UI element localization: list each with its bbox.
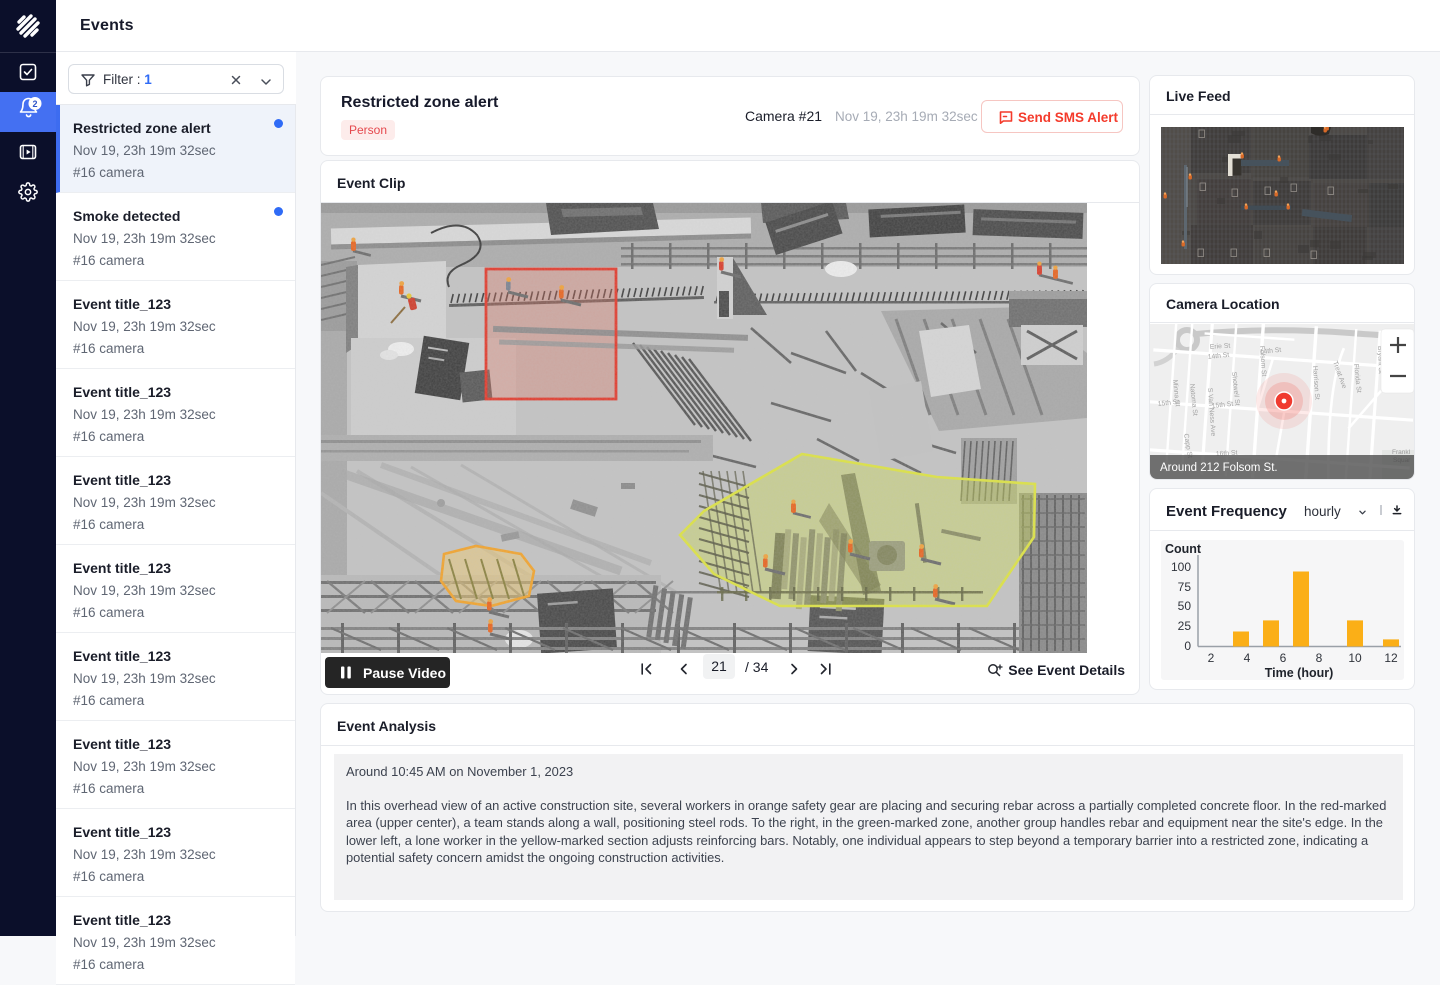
svg-text:8: 8	[1316, 651, 1323, 665]
svg-text:25: 25	[1178, 619, 1192, 633]
svg-text:4: 4	[1244, 651, 1251, 665]
svg-text:10: 10	[1348, 651, 1362, 665]
svg-text:Time (hour): Time (hour)	[1265, 666, 1334, 680]
svg-text:12: 12	[1384, 651, 1398, 665]
svg-text:100: 100	[1171, 560, 1191, 574]
svg-text:2: 2	[32, 99, 37, 109]
svg-text:Count: Count	[1165, 542, 1202, 556]
svg-text:Frankl: Frankl	[1392, 449, 1411, 456]
svg-text:2: 2	[1208, 651, 1215, 665]
svg-text:0: 0	[1184, 639, 1191, 653]
svg-text:Erie St: Erie St	[1210, 343, 1231, 351]
svg-text:75: 75	[1178, 580, 1192, 594]
svg-text:Around 212 Folsom St.: Around 212 Folsom St.	[1160, 462, 1278, 474]
svg-text:50: 50	[1178, 599, 1192, 613]
svg-text:6: 6	[1280, 651, 1287, 665]
